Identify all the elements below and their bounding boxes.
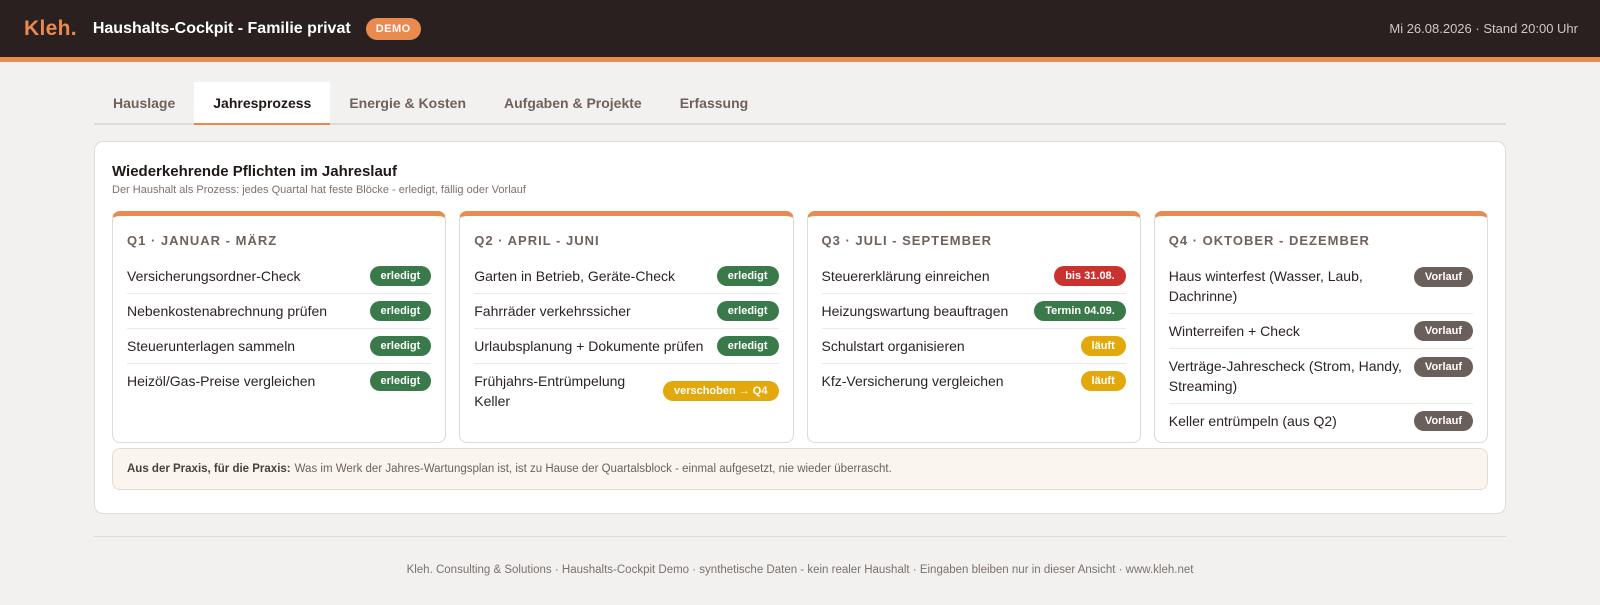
tip-label: Aus der Praxis, für die Praxis: <box>127 463 291 475</box>
task-item: Keller entrümpeln (aus Q2) Vorlauf <box>1169 404 1473 438</box>
panel-subtitle: Der Haushalt als Prozess: jedes Quartal … <box>112 184 526 196</box>
status-badge: Vorlauf <box>1413 321 1473 341</box>
task-item: Versicherungsordner-Check erledigt <box>127 259 432 294</box>
app-title: Haushalts-Cockpit - Familie privat <box>92 19 351 37</box>
status-badge: läuft <box>1080 336 1126 356</box>
status-badge: Vorlauf <box>1413 267 1473 287</box>
task-label: Heizungswartung beauftragen <box>821 303 1009 319</box>
status-badge: Vorlauf <box>1413 411 1473 431</box>
tab-bar: Hauslage Jahresprozess Energie & Kosten … <box>94 82 1506 125</box>
task-item: Nebenkostenabrechnung prüfen erledigt <box>127 294 432 329</box>
status-badge: erledigt <box>716 266 779 286</box>
quarter-card-q1: Q1 · JANUAR - MÄRZ Versicherungsordner-C… <box>112 211 447 443</box>
task-label: Steuerunterlagen sammeln <box>127 338 296 354</box>
task-label: Versicherungsordner-Check <box>127 268 301 284</box>
status-badge: erledigt <box>369 266 432 286</box>
brand-logo[interactable]: Kleh. <box>24 17 77 41</box>
status-badge: läuft <box>1080 371 1126 391</box>
task-label: Keller entrümpeln (aus Q2) <box>1168 413 1337 429</box>
task-label: Kfz-Versicherung vergleichen <box>821 373 1004 389</box>
task-label: Heizöl/Gas-Preise vergleichen <box>127 373 316 389</box>
quarter-grid: Q1 · JANUAR - MÄRZ Versicherungsordner-C… <box>112 211 1488 443</box>
status-badge: erledigt <box>716 336 779 356</box>
task-item: Urlaubsplanung + Dokumente prüfen erledi… <box>474 329 779 364</box>
status-timestamp: Mi 26.08.2026 · Stand 20:00 Uhr <box>1389 21 1578 36</box>
task-label: Frühjahrs-Entrümpelung Keller <box>474 373 626 409</box>
tab-erfassung[interactable]: Erfassung <box>661 82 767 123</box>
task-item: Frühjahrs-Entrümpelung Keller verschoben… <box>474 364 779 418</box>
task-label: Haus winterfest (Wasser, Laub, Dachrinne… <box>1168 268 1363 304</box>
practice-tip: Aus der Praxis, für die Praxis: Was im W… <box>112 448 1488 490</box>
demo-badge: DEMO <box>365 17 421 40</box>
task-label: Schulstart organisieren <box>821 338 965 354</box>
status-badge: erledigt <box>369 371 432 391</box>
task-label: Garten in Betrieb, Geräte-Check <box>474 268 676 284</box>
quarter-title: Q3 · JULI - SEPTEMBER <box>821 233 993 248</box>
quarter-title: Q1 · JANUAR - MÄRZ <box>127 233 278 248</box>
task-item: Steuererklärung einreichen bis 31.08. <box>821 259 1126 294</box>
task-label: Nebenkostenabrechnung prüfen <box>127 303 328 319</box>
top-bar: Kleh. Haushalts-Cockpit - Familie privat… <box>0 0 1600 62</box>
task-item: Kfz-Versicherung vergleichen läuft <box>822 364 1126 398</box>
task-label: Fahrräder verkehrssicher <box>474 303 631 319</box>
panel-title: Wiederkehrende Pflichten im Jahreslauf <box>112 163 397 180</box>
status-badge: Vorlauf <box>1413 357 1473 377</box>
quarter-card-q2: Q2 · APRIL - JUNI Garten in Betrieb, Ger… <box>459 211 794 443</box>
status-badge: erledigt <box>369 336 432 356</box>
task-label: Urlaubsplanung + Dokumente prüfen <box>474 338 704 354</box>
status-badge: Termin 04.09. <box>1034 301 1126 321</box>
quarter-card-q4: Q4 · OKTOBER - DEZEMBER Haus winterfest … <box>1153 211 1488 443</box>
annual-process-panel: Wiederkehrende Pflichten im Jahreslauf D… <box>94 141 1506 514</box>
tab-energie-kosten[interactable]: Energie & Kosten <box>330 82 485 123</box>
task-item: Winterreifen + Check Vorlauf <box>1168 314 1473 349</box>
task-label: Steuererklärung einreichen <box>821 268 990 284</box>
task-item: Verträge-Jahrescheck (Strom, Handy, Stre… <box>1168 349 1473 404</box>
quarter-card-q3: Q3 · JULI - SEPTEMBER Steuererklärung ei… <box>806 211 1141 443</box>
task-item: Haus winterfest (Wasser, Laub, Dachrinne… <box>1168 259 1473 314</box>
status-badge: erledigt <box>716 301 779 321</box>
tab-aufgaben-projekte[interactable]: Aufgaben & Projekte <box>485 82 661 123</box>
task-label: Verträge-Jahrescheck (Strom, Handy, Stre… <box>1168 358 1402 394</box>
quarter-title: Q4 · OKTOBER - DEZEMBER <box>1168 233 1370 248</box>
quarter-title: Q2 · APRIL - JUNI <box>474 233 600 248</box>
tab-hauslage[interactable]: Hauslage <box>94 82 194 123</box>
status-badge: verschoben → Q4 <box>662 381 779 401</box>
task-item: Steuerunterlagen sammeln erledigt <box>127 329 432 364</box>
tab-jahresprozess[interactable]: Jahresprozess <box>194 82 331 125</box>
task-item: Heizungswartung beauftragen Termin 04.09… <box>821 294 1126 329</box>
status-badge: erledigt <box>369 301 432 321</box>
task-item: Garten in Betrieb, Geräte-Check erledigt <box>474 259 779 294</box>
task-item: Fahrräder verkehrssicher erledigt <box>474 294 779 329</box>
footer-text: Kleh. Consulting & Solutions · Haushalts… <box>406 564 1194 576</box>
task-item: Schulstart organisieren läuft <box>821 329 1126 364</box>
tip-text: Was im Werk der Jahres-Wartungsplan ist,… <box>294 463 892 475</box>
task-label: Winterreifen + Check <box>1168 323 1300 339</box>
task-item: Heizöl/Gas-Preise vergleichen erledigt <box>127 364 432 398</box>
status-badge: bis 31.08. <box>1054 266 1126 286</box>
footer-divider <box>94 536 1506 537</box>
